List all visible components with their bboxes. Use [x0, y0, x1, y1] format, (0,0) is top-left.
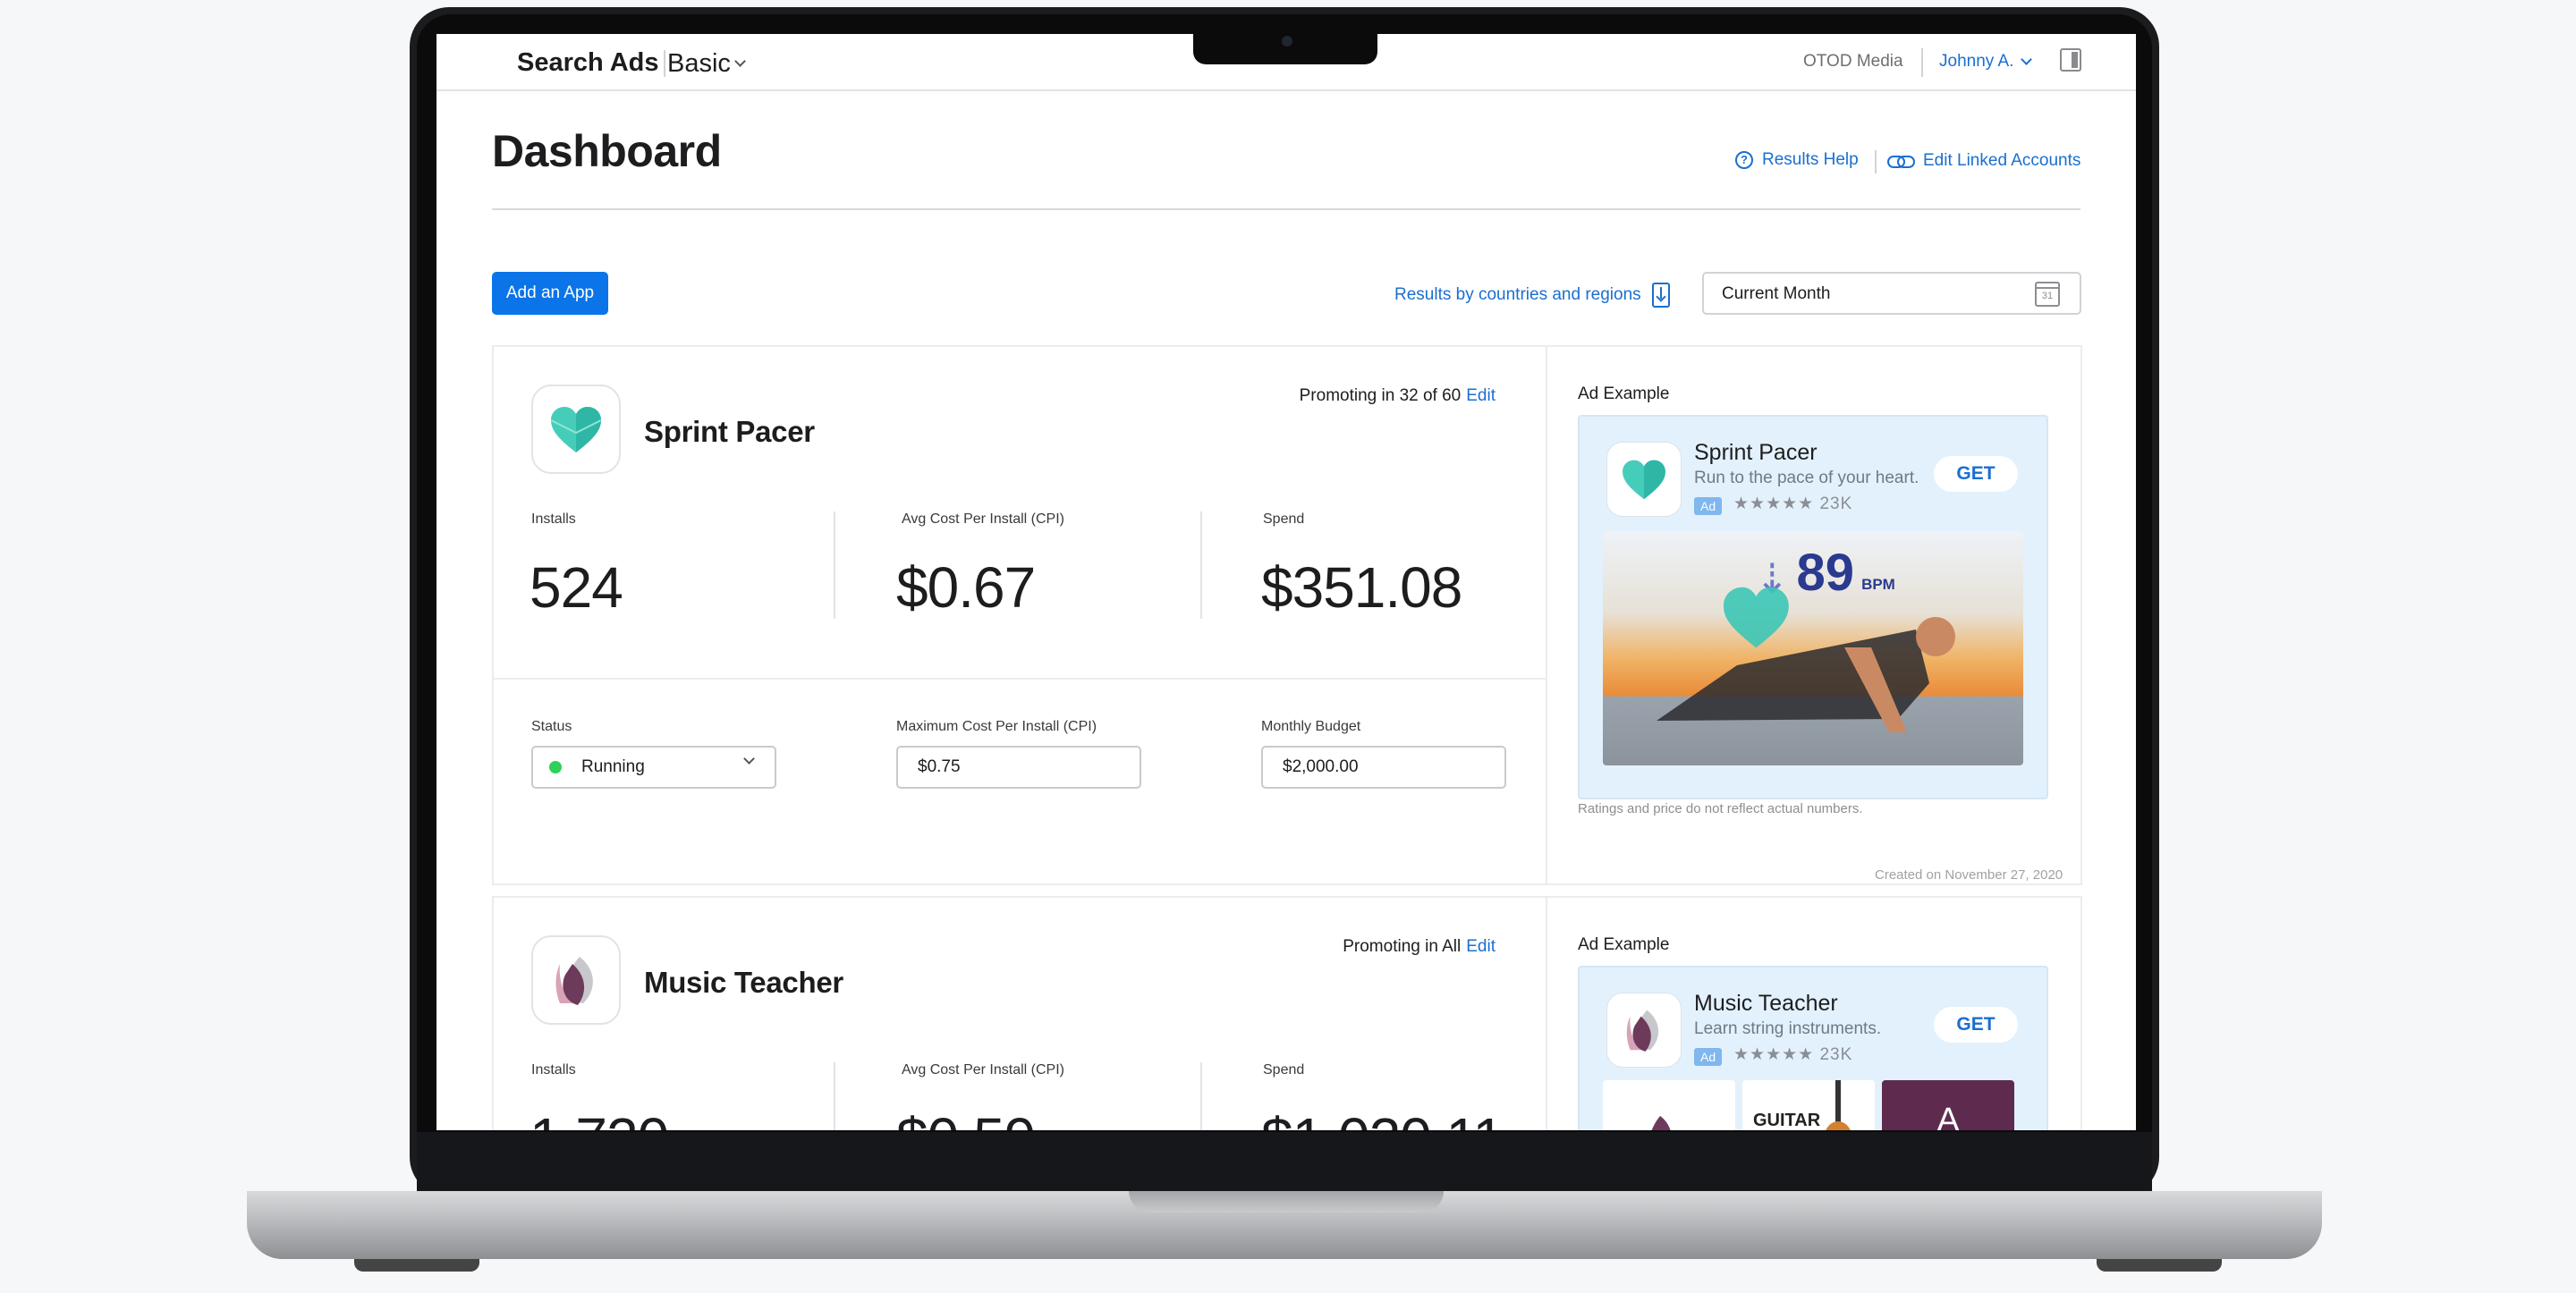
add-app-button[interactable]: Add an App	[492, 272, 608, 315]
ad-example-preview: Music Teacher Learn string instruments. …	[1578, 966, 2048, 1130]
ad-example-label: Ad Example	[1578, 935, 1670, 954]
installs-value: 1,720	[530, 1105, 669, 1130]
calendar-icon[interactable]: 31	[2035, 282, 2060, 307]
sidebar-toggle-icon[interactable]	[2060, 48, 2081, 72]
campaign-card-music-teacher: Music Teacher Promoting in All Edit Insta…	[492, 896, 2082, 1130]
spend-label: Spend	[1263, 511, 1305, 527]
edit-linked-accounts-link[interactable]: Edit Linked Accounts	[1887, 151, 2080, 171]
ad-rating: ★★★★★ 23K	[1733, 494, 1853, 513]
date-range-value: Current Month	[1722, 284, 1831, 303]
results-help-label: Results Help	[1762, 150, 1859, 169]
monthly-budget-input[interactable]: $2,000.00	[1261, 746, 1506, 789]
card-divider	[1546, 898, 1547, 1130]
title-divider	[492, 208, 2080, 210]
ad-thumb-app	[1603, 1080, 1735, 1130]
installs-label: Installs	[531, 511, 576, 527]
results-help-link[interactable]: ? Results Help	[1735, 150, 1859, 170]
ad-badge: Ad	[1694, 497, 1723, 515]
topbar-divider	[1921, 48, 1923, 77]
plan-label: Basic	[667, 49, 731, 78]
screen: Search Ads Basic OTOD Media Johnny A. Da…	[436, 34, 2136, 1130]
app-name: Sprint Pacer	[644, 415, 815, 448]
chevron-down-icon	[2021, 53, 2033, 65]
ad-app-name: Sprint Pacer	[1694, 440, 1818, 465]
max-cpi-input[interactable]: $0.75	[896, 746, 1141, 789]
card-section-divider	[494, 678, 1546, 680]
max-cpi-label: Maximum Cost Per Install (CPI)	[896, 719, 1097, 734]
spend-value: $1,020.11	[1261, 1105, 1504, 1130]
countries-label: Results by countries and regions	[1394, 285, 1641, 304]
user-menu[interactable]: Johnny A.	[1939, 52, 2033, 72]
org-name[interactable]: OTOD Media	[1803, 52, 1903, 72]
ad-example-preview: Sprint Pacer Run to the pace of your hea…	[1578, 415, 2048, 799]
chevron-down-icon	[734, 55, 746, 67]
question-circle-icon: ?	[1735, 151, 1753, 169]
cpi-value: $0.67	[896, 555, 1036, 620]
petal-app-icon	[531, 935, 621, 1025]
cpi-label: Avg Cost Per Install (CPI)	[902, 1062, 1064, 1078]
promoting-label: Promoting in 32 of 60	[1299, 386, 1462, 405]
card-divider	[1546, 347, 1547, 883]
created-date: Created on November 27, 2020	[1875, 867, 2063, 883]
download-icon	[1651, 283, 1670, 308]
ad-app-name: Music Teacher	[1694, 991, 1838, 1016]
promoting-status: Promoting in All Edit	[1343, 937, 1496, 957]
edit-countries-link[interactable]: Edit	[1466, 937, 1496, 956]
ad-disclaimer: Ratings and price do not reflect actual …	[1578, 801, 1863, 816]
link-icon	[1887, 154, 1915, 168]
ad-screenshot: ⇣ 89 BPM	[1603, 531, 2023, 765]
status-value: Running	[581, 757, 645, 776]
brand-divider	[664, 50, 665, 77]
header-links-divider	[1875, 150, 1877, 173]
metric-divider	[834, 511, 835, 619]
status-dropdown[interactable]: Running	[531, 746, 776, 789]
metric-divider	[1200, 511, 1202, 619]
spend-value: $351.08	[1261, 555, 1462, 620]
laptop-foot-right	[2097, 1259, 2222, 1272]
ad-subtitle: Learn string instruments.	[1694, 1019, 1882, 1038]
results-by-countries-link[interactable]: Results by countries and regions	[1394, 283, 1670, 308]
metric-divider	[1200, 1062, 1202, 1130]
brand-title[interactable]: Search Ads	[517, 48, 659, 78]
metric-divider	[834, 1062, 835, 1130]
edit-linked-label: Edit Linked Accounts	[1923, 151, 2081, 170]
date-range-picker[interactable]: Current Month 31	[1702, 272, 2081, 315]
runner-figure-icon	[1657, 587, 1955, 732]
installs-value: 524	[530, 555, 623, 620]
ad-example-label: Ad Example	[1578, 385, 1670, 403]
laptop-foot-left	[354, 1259, 479, 1272]
heart-app-icon	[1606, 442, 1682, 517]
app-name: Music Teacher	[644, 966, 843, 999]
ad-get-button: GET	[1934, 456, 2018, 492]
status-running-dot	[549, 761, 562, 773]
ad-subtitle: Run to the pace of your heart.	[1694, 469, 1919, 487]
ad-rating: ★★★★★ 23K	[1733, 1045, 1853, 1064]
status-label: Status	[531, 719, 572, 734]
page-title: Dashboard	[492, 126, 722, 176]
ad-thumb-guitar: GUITAR	[1742, 1080, 1875, 1130]
heart-app-icon	[531, 385, 621, 474]
calendar-day: 31	[2041, 291, 2054, 301]
monthly-budget-label: Monthly Budget	[1261, 719, 1361, 734]
user-name: Johnny A.	[1939, 52, 2014, 71]
chevron-down-icon	[743, 753, 755, 765]
installs-label: Installs	[531, 1062, 576, 1078]
laptop-chin	[417, 1132, 2152, 1191]
laptop-hinge-lip	[1129, 1191, 1444, 1213]
ad-screenshots: GUITAR A	[1603, 1080, 2014, 1130]
spend-label: Spend	[1263, 1062, 1305, 1078]
cpi-label: Avg Cost Per Install (CPI)	[902, 511, 1064, 527]
edit-countries-link[interactable]: Edit	[1466, 386, 1496, 405]
promoting-status: Promoting in 32 of 60 Edit	[1300, 386, 1496, 406]
ad-get-button: GET	[1934, 1007, 2018, 1043]
plan-switcher[interactable]: Basic	[667, 49, 746, 79]
petal-app-icon	[1606, 993, 1682, 1068]
ad-badge: Ad	[1694, 1048, 1723, 1066]
ad-thumb-letter: A	[1882, 1080, 2014, 1130]
campaign-card-sprint-pacer: Sprint Pacer Promoting in 32 of 60 Edit I…	[492, 345, 2082, 885]
cpi-value: $0.59	[896, 1105, 1036, 1130]
promoting-label: Promoting in All	[1343, 937, 1462, 956]
camera-icon	[1282, 36, 1292, 46]
